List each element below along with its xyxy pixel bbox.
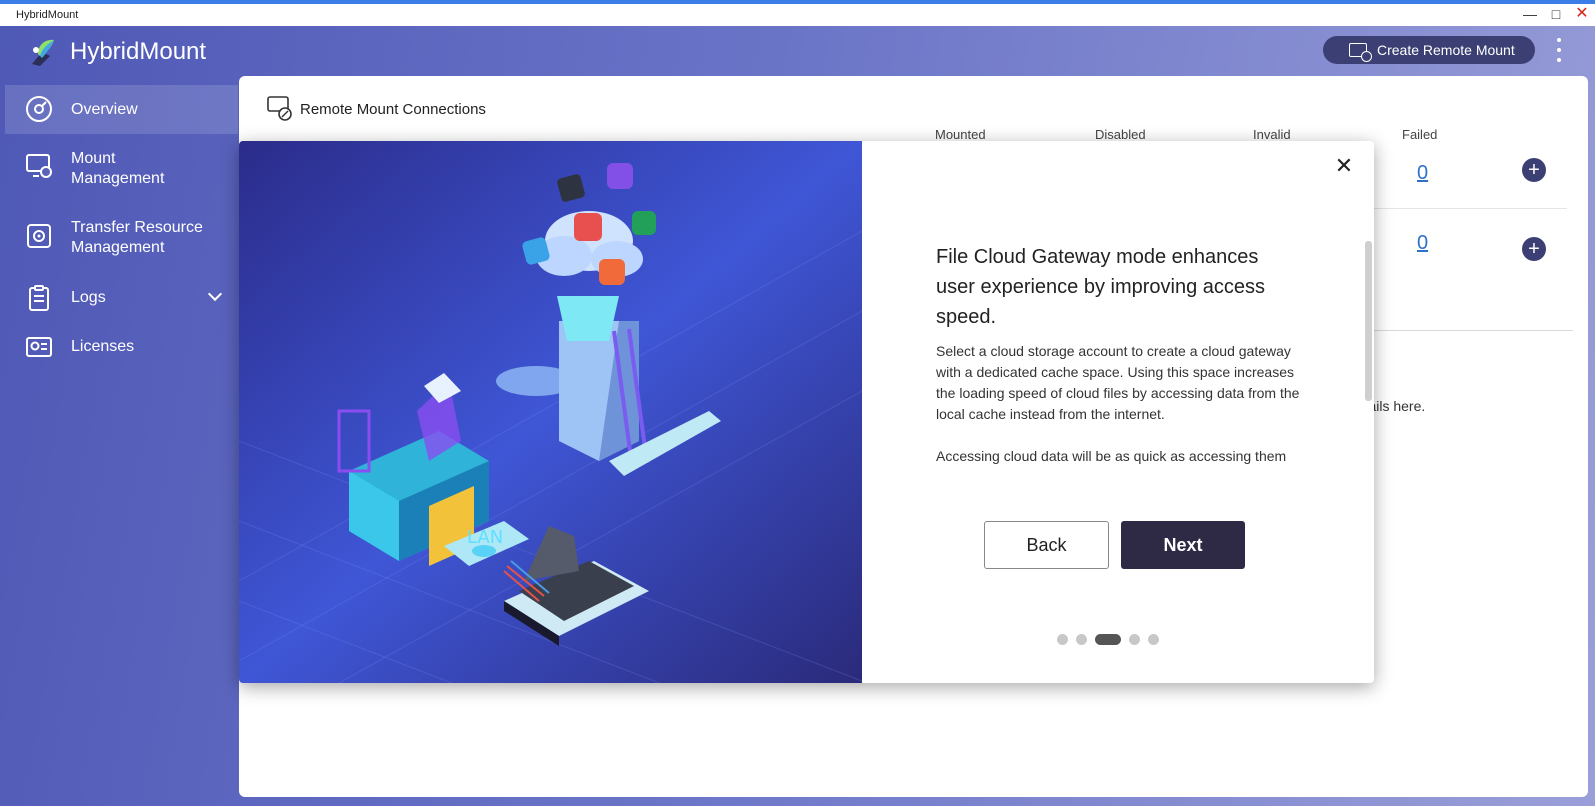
column-header-disabled: Disabled — [1095, 127, 1146, 142]
window-controls: — □ ✕ — [1523, 6, 1589, 23]
page-dot[interactable] — [1057, 634, 1068, 645]
create-remote-mount-button[interactable]: Create Remote Mount — [1323, 36, 1535, 64]
failed-count-link[interactable]: 0 — [1417, 162, 1428, 185]
sidebar: Overview Mount Management Transfer Resou… — [5, 85, 238, 371]
page-dot[interactable] — [1076, 634, 1087, 645]
modal-body: Select a cloud storage account to create… — [936, 341, 1301, 471]
column-header-failed: Failed — [1402, 127, 1438, 142]
page-dot[interactable] — [1129, 634, 1140, 645]
mount-management-icon — [26, 154, 52, 178]
add-icon[interactable]: + — [1522, 158, 1546, 182]
section-title: Remote Mount Connections — [300, 101, 486, 118]
app-header: HybridMount Create Remote Mount — [0, 26, 1595, 78]
sidebar-item-label: Licenses — [71, 338, 135, 355]
sidebar-item-mount-management[interactable]: Mount Management — [5, 134, 238, 204]
os-title-bar: HybridMount — □ ✕ — [0, 0, 1595, 26]
sidebar-item-overview[interactable]: Overview — [5, 85, 238, 134]
column-header-invalid: Invalid — [1253, 127, 1291, 142]
cloud-gateway-illustration: LAN — [239, 141, 862, 683]
hybridmount-logo-icon — [32, 39, 54, 66]
minimize-icon[interactable]: — — [1523, 6, 1537, 22]
transfer-resource-icon — [27, 224, 51, 248]
close-icon[interactable]: ✕ — [1333, 155, 1355, 177]
licenses-icon — [26, 337, 52, 357]
sidebar-item-label: Transfer Resource Management — [71, 219, 203, 256]
page-dot[interactable] — [1148, 634, 1159, 645]
sidebar-item-label: Mount Management — [71, 150, 165, 187]
back-button[interactable]: Back — [984, 521, 1109, 569]
close-window-icon[interactable]: ✕ — [1575, 6, 1589, 22]
page-indicator — [1057, 634, 1159, 645]
page-dot-active[interactable] — [1095, 634, 1121, 645]
chevron-down-icon[interactable] — [207, 286, 223, 302]
window-title: HybridMount — [16, 9, 79, 21]
sidebar-item-licenses[interactable]: Licenses — [5, 322, 238, 371]
modal-paragraph: Accessing cloud data will be as quick as… — [936, 448, 1287, 471]
sidebar-item-label: Logs — [71, 289, 106, 306]
remote-mount-icon — [267, 96, 292, 121]
more-options-icon[interactable] — [1555, 38, 1563, 62]
failed-count-link[interactable]: 0 — [1417, 232, 1428, 255]
modal-heading: File Cloud Gateway mode enhances user ex… — [936, 246, 1266, 328]
next-button[interactable]: Next — [1121, 521, 1245, 569]
maximize-icon[interactable]: □ — [1549, 6, 1563, 22]
modal-paragraph: Select a cloud storage account to create… — [936, 343, 1300, 422]
create-mount-icon — [1349, 43, 1372, 62]
add-icon[interactable]: + — [1522, 237, 1546, 261]
create-remote-mount-label: Create Remote Mount — [1377, 42, 1515, 58]
sidebar-item-label: Overview — [71, 101, 138, 118]
sidebar-item-logs[interactable]: Logs — [5, 272, 238, 322]
illustration-lan-label: LAN — [467, 527, 503, 548]
modal-scrollbar[interactable] — [1365, 241, 1372, 401]
overview-icon — [26, 96, 52, 122]
sidebar-item-transfer-resource-management[interactable]: Transfer Resource Management — [5, 204, 238, 272]
app-name: HybridMount — [70, 38, 207, 65]
onboarding-modal: LAN ✕ File Cloud Gateway mode enhances u… — [239, 141, 1374, 683]
column-header-mounted: Mounted — [935, 127, 986, 142]
logs-icon — [29, 285, 49, 311]
